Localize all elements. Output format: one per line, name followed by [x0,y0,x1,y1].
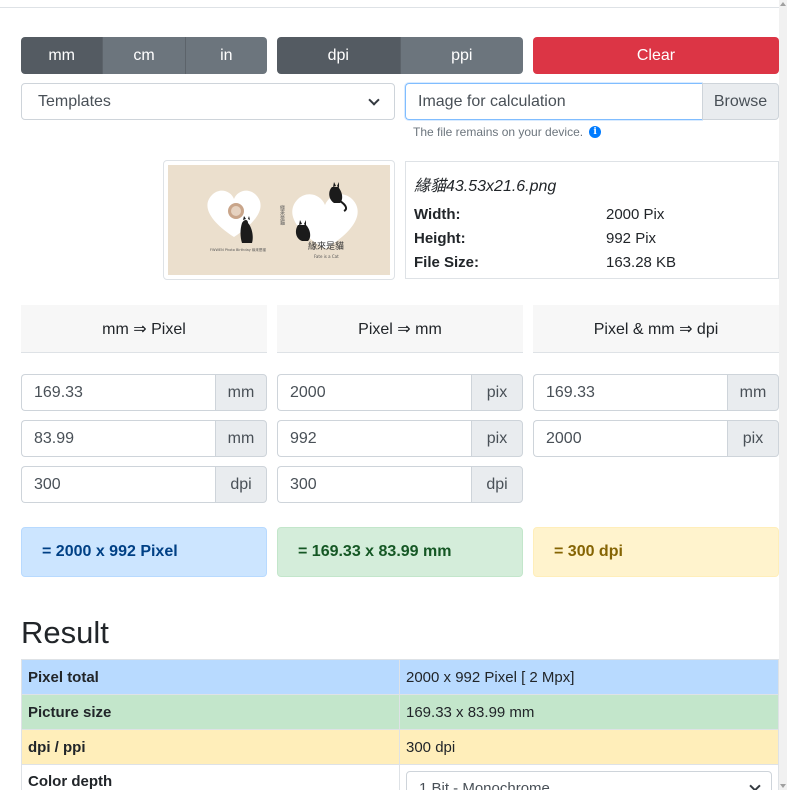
dpi-mm-input[interactable]: 169.33 [533,374,727,411]
templates-select-value: Templates [38,92,111,110]
dpi-result-alert: = 300 dpi [533,527,779,577]
file-info-key: Width: [414,205,461,223]
image-file-input[interactable]: Image for calculation Browse [405,83,779,120]
thumbnail-sub-caption: Fate is a Cat [314,254,339,259]
result-heading: Result [21,615,109,650]
unit-label: dpi [215,466,267,503]
unit-in-button[interactable]: in [184,37,267,74]
file-info-row: Height: 992 Pix [414,226,770,250]
file-info-value: 2000 Pix [606,205,665,223]
res-ppi-button[interactable]: ppi [399,37,523,74]
color-depth-cell: 1 Bit - Monochrome [399,764,779,790]
file-name: 緣貓43.53x21.6.png [414,178,557,195]
tab-pixel-mm-to-dpi[interactable]: Pixel & mm ⇒ dpi [533,305,779,353]
pix-dpi-input[interactable]: 300 [277,466,471,503]
pix-height-input[interactable]: 992 [277,420,471,457]
tab-mm-to-pixel[interactable]: mm ⇒ Pixel [21,305,267,353]
file-info-row: File Size: 163.28 KB [414,250,770,274]
unit-label: mm [727,374,779,411]
file-info-panel: 緣貓43.53x21.6.png Width: 2000 Pix Height:… [405,161,779,279]
vertical-scrollbar[interactable] [779,0,787,790]
unit-cm-button[interactable]: cm [102,37,185,74]
pix-height-input-group: 992 pix [277,420,523,457]
mm-width-input-group: 169.33 mm [21,374,267,411]
table-row: Pixel total 2000 x 992 Pixel [ 2 Mpx] [21,659,779,695]
unit-label: pix [727,420,779,457]
file-info-value: 992 Pix [606,229,657,247]
result-value: 169.33 x 83.99 mm [399,694,779,730]
color-depth-value: 1 Bit - Monochrome [419,779,550,790]
file-info-row: Width: 2000 Pix [414,202,770,226]
result-key: dpi / ppi [21,729,400,765]
dpi-mm-input-group: 169.33 mm [533,374,779,411]
clear-button[interactable]: Clear [533,37,779,74]
templates-select[interactable]: Templates [21,83,395,120]
thumbnail-big-caption: 緣來是貓 [308,240,344,252]
mm-height-input-group: 83.99 mm [21,420,267,457]
file-info-value: 163.28 KB [606,253,677,271]
thumbnail-vertical-text: 緣來是貓 [279,204,285,226]
unit-toggle-group: mm cm in [21,37,267,74]
result-key: Pixel total [21,659,400,695]
result-value: 2000 x 992 Pixel [ 2 Mpx] [399,659,779,695]
result-key: Color depth [21,764,400,790]
image-file-field[interactable]: Image for calculation [405,83,702,120]
result-value: 300 dpi [399,729,779,765]
browse-button[interactable]: Browse [702,83,779,120]
mm-dpi-input[interactable]: 300 [21,466,215,503]
pix-width-input-group: 2000 pix [277,374,523,411]
color-depth-select[interactable]: 1 Bit - Monochrome [406,771,772,790]
res-dpi-button[interactable]: dpi [277,37,400,74]
top-border [0,0,787,8]
file-hint: The file remains on your device. i [413,125,602,139]
image-thumbnail: 緣來是貓 緣來是貓 Fate is a Cat FWWEN Photo Birt… [163,160,395,280]
unit-label: pix [471,420,523,457]
table-row: Color depth 1 Bit - Monochrome [21,764,779,790]
unit-label: pix [471,374,523,411]
mm-width-input[interactable]: 169.33 [21,374,215,411]
scroll-down-icon[interactable] [780,784,786,788]
thumbnail-small-caption: FWWEN Photo Birthday 緣來是貓 [210,247,266,252]
table-row: dpi / ppi 300 dpi [21,729,779,765]
unit-label: mm [215,374,267,411]
mm-dpi-input-group: 300 dpi [21,466,267,503]
thumbnail-image: 緣來是貓 緣來是貓 Fate is a Cat FWWEN Photo Birt… [168,165,390,275]
unit-label: dpi [471,466,523,503]
file-info-key: Height: [414,229,466,247]
chevron-down-icon [368,93,380,106]
unit-mm-button[interactable]: mm [21,37,103,74]
result-key: Picture size [21,694,400,730]
file-info-key: File Size: [414,253,480,271]
result-table: Pixel total 2000 x 992 Pixel [ 2 Mpx] Pi… [21,659,779,790]
info-icon[interactable]: i [589,126,602,138]
pixel-result-alert: = 2000 x 992 Pixel [21,527,267,577]
file-hint-text: The file remains on your device. [413,125,584,139]
scroll-up-icon[interactable] [780,2,786,6]
tab-pixel-to-mm[interactable]: Pixel ⇒ mm [277,305,523,353]
dpi-pix-input-group: 2000 pix [533,420,779,457]
pix-dpi-input-group: 300 dpi [277,466,523,503]
resolution-toggle-group: dpi ppi [277,37,523,74]
unit-label: mm [215,420,267,457]
dpi-pix-input[interactable]: 2000 [533,420,727,457]
thumbnail-artwork: 緣來是貓 緣來是貓 Fate is a Cat FWWEN Photo Birt… [168,165,390,275]
mm-height-input[interactable]: 83.99 [21,420,215,457]
table-row: Picture size 169.33 x 83.99 mm [21,694,779,730]
chevron-down-icon [749,780,761,790]
pix-width-input[interactable]: 2000 [277,374,471,411]
mm-result-alert: = 169.33 x 83.99 mm [277,527,523,577]
